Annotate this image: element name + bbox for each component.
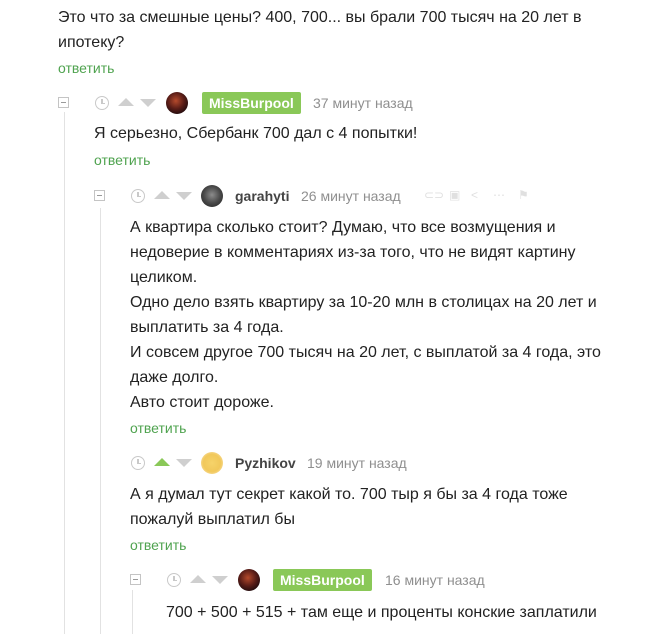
reply-link[interactable]: ответить <box>94 152 150 168</box>
upvote-icon[interactable] <box>190 575 206 583</box>
more-icon[interactable]: ⋯ <box>493 188 505 202</box>
report-icon[interactable]: ⚑ <box>518 188 529 202</box>
comment-line: Я серьезно, Сбербанк 700 дал с 4 попытки… <box>94 125 418 142</box>
reply-link[interactable]: ответить <box>130 537 186 553</box>
comment-line: Одно дело взять квартиру за 10-20 млн в … <box>130 294 597 311</box>
upvote-icon[interactable] <box>154 191 170 199</box>
collapse-toggle[interactable] <box>130 574 141 585</box>
comment-text: 700 + 500 + 515 + там еще и проценты кон… <box>166 600 636 625</box>
comment-line: И совсем другое 700 тысяч на 20 лет, с в… <box>130 344 601 361</box>
link-icon[interactable]: ⊂⊃ <box>424 188 444 202</box>
clock-icon[interactable] <box>131 189 145 203</box>
comment-line: пожалуй выплатил бы <box>130 511 295 528</box>
comment-line: Авто стоит дороже. <box>130 394 274 411</box>
comment-line: недоверие в комментариях из-за того, что… <box>130 244 576 261</box>
avatar[interactable] <box>166 92 188 114</box>
comment-line: даже долго. <box>130 369 219 386</box>
thread-line <box>132 590 133 634</box>
username[interactable]: Pyzhikov <box>235 455 296 471</box>
comment-text: Это что за смешные цены? 400, 700... вы … <box>58 5 638 55</box>
comment-line: 700 + 500 + 515 + там еще и проценты кон… <box>166 604 597 621</box>
reply-link[interactable]: ответить <box>130 420 186 436</box>
downvote-icon[interactable] <box>176 459 192 467</box>
avatar[interactable] <box>238 569 260 591</box>
clock-icon[interactable] <box>131 456 145 470</box>
thread-line <box>100 208 101 634</box>
comment-line: ипотеку? <box>58 34 125 51</box>
comment-line: выплатить за 4 года. <box>130 319 284 336</box>
comment-text: Я серьезно, Сбербанк 700 дал с 4 попытки… <box>94 121 634 146</box>
save-icon[interactable]: ▣ <box>449 188 460 202</box>
comment-line: целиком. <box>130 269 198 286</box>
clock-icon[interactable] <box>95 96 109 110</box>
avatar[interactable] <box>201 185 223 207</box>
comment-line: А я думал тут секрет какой то. 700 тыр я… <box>130 486 568 503</box>
timestamp[interactable]: 16 минут назад <box>385 572 485 588</box>
comment-text: А я думал тут секрет какой то. 700 тыр я… <box>130 482 640 532</box>
thread-line <box>64 112 65 634</box>
share-icon[interactable]: < <box>471 188 478 202</box>
timestamp[interactable]: 37 минут назад <box>313 95 413 111</box>
comment-text: А квартира сколько стоит? Думаю, что все… <box>130 215 640 415</box>
downvote-icon[interactable] <box>212 576 228 584</box>
downvote-icon[interactable] <box>140 99 156 107</box>
timestamp[interactable]: 26 минут назад <box>301 188 401 204</box>
clock-icon[interactable] <box>167 573 181 587</box>
downvote-icon[interactable] <box>176 192 192 200</box>
collapse-toggle[interactable] <box>94 190 105 201</box>
comment-line: Это что за смешные цены? 400, 700... вы … <box>58 9 582 26</box>
comment-line: А квартира сколько стоит? Думаю, что все… <box>130 219 556 236</box>
reply-link[interactable]: ответить <box>58 60 114 76</box>
upvote-icon[interactable] <box>154 458 170 466</box>
username-badge[interactable]: MissBurpool <box>273 569 372 591</box>
username[interactable]: garahyti <box>235 188 289 204</box>
timestamp[interactable]: 19 минут назад <box>307 455 407 471</box>
username-badge[interactable]: MissBurpool <box>202 92 301 114</box>
avatar[interactable] <box>201 452 223 474</box>
upvote-icon[interactable] <box>118 98 134 106</box>
collapse-toggle[interactable] <box>58 97 69 108</box>
